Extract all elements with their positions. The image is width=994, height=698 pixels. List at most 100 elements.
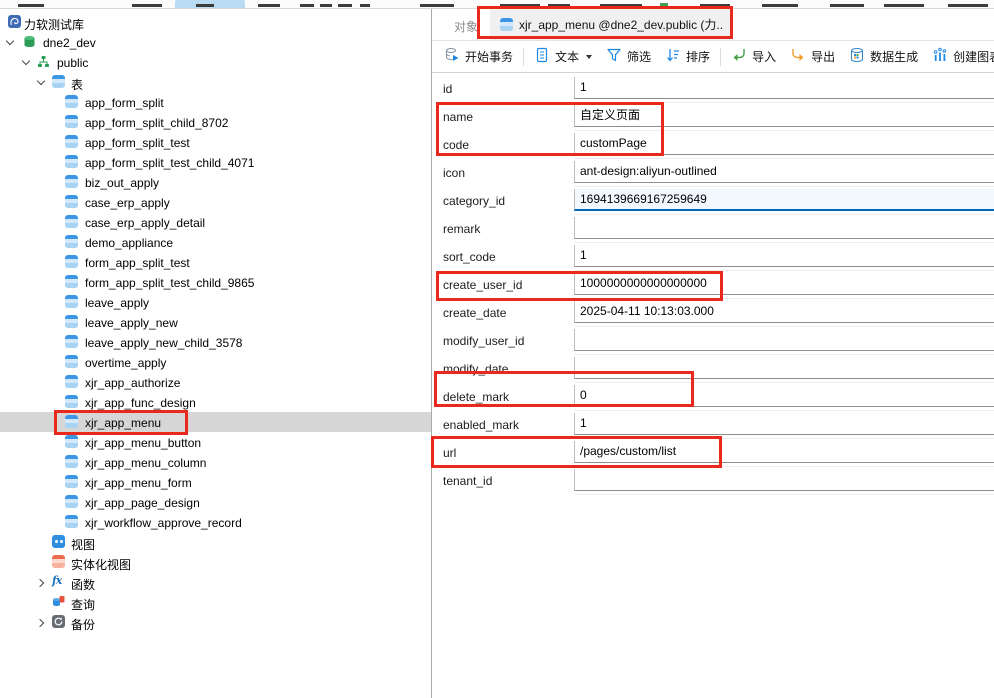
tree-node-label: xjr_app_menu (85, 416, 161, 430)
tree-node-力软测试库[interactable]: 力软测试库 (0, 12, 431, 32)
tree-node-查询[interactable]: 查询 (0, 592, 431, 612)
tree-node-label: xjr_app_menu_form (85, 476, 192, 490)
field-label-delete_mark: delete_mark (432, 383, 574, 411)
tree-node-label: leave_apply (85, 296, 149, 310)
tree-node-case_erp_apply[interactable]: case_erp_apply (0, 192, 431, 212)
toolbar-separator (720, 48, 721, 66)
tree-node-demo_appliance[interactable]: demo_appliance (0, 232, 431, 252)
tree-node-xjr_workflow_approve_record[interactable]: xjr_workflow_approve_record (0, 512, 431, 532)
field-value-id[interactable]: 1 (574, 77, 994, 99)
chevron-down-icon[interactable] (37, 78, 46, 87)
tree-node-label: xjr_workflow_approve_record (85, 516, 242, 530)
table-icon (65, 95, 78, 108)
tree-node-app_form_split_test_child_4071[interactable]: app_form_split_test_child_4071 (0, 152, 431, 172)
field-value-url[interactable]: /pages/custom/list (574, 441, 994, 463)
field-value-code[interactable]: customPage (574, 133, 994, 155)
tree-node-form_app_split_test_child_9865[interactable]: form_app_split_test_child_9865 (0, 272, 431, 292)
data-generation-button[interactable]: 数据生成 (842, 47, 925, 66)
tree-node-biz_out_apply[interactable]: biz_out_apply (0, 172, 431, 192)
form-row-create_date: create_date2025-04-11 10:13:03.000 (432, 299, 994, 327)
table-icon (65, 475, 78, 488)
table-icon (65, 455, 78, 468)
table-icon (65, 175, 78, 188)
form-row-code: codecustomPage (432, 131, 994, 159)
tree-node-label: xjr_app_authorize (85, 376, 180, 390)
chevron-down-icon[interactable] (6, 38, 15, 47)
tree-node-leave_apply_new_child_3578[interactable]: leave_apply_new_child_3578 (0, 332, 431, 352)
tree-node-xjr_app_menu_form[interactable]: xjr_app_menu_form (0, 472, 431, 492)
sort-button[interactable]: 排序 (658, 47, 717, 66)
chevron-right-icon[interactable] (37, 578, 46, 587)
tree-node-leave_apply[interactable]: leave_apply (0, 292, 431, 312)
field-value-modify_date[interactable] (574, 357, 994, 379)
tree-node-label: 实体化视图 (71, 556, 131, 573)
field-value-enabled_mark[interactable]: 1 (574, 413, 994, 435)
field-value-delete_mark[interactable]: 0 (574, 385, 994, 407)
tree-node-case_erp_apply_detail[interactable]: case_erp_apply_detail (0, 212, 431, 232)
field-label-code: code (432, 131, 574, 159)
field-label-remark: remark (432, 215, 574, 243)
tree-node-label: app_form_split_test_child_4071 (85, 156, 254, 170)
tree-node-xjr_app_menu_button[interactable]: xjr_app_menu_button (0, 432, 431, 452)
export-button[interactable]: 导出 (783, 47, 842, 66)
field-value-sort_code[interactable]: 1 (574, 245, 994, 267)
view-icon (52, 535, 65, 548)
field-value-modify_user_id[interactable] (574, 329, 994, 351)
table-icon (65, 295, 78, 308)
tree-node-label: 函数 (71, 576, 95, 593)
tree-node-label: xjr_app_menu_column (85, 456, 206, 470)
backup-icon (52, 615, 65, 628)
field-value-icon[interactable]: ant-design:aliyun-outlined (574, 161, 994, 183)
form-row-category_id: category_id1694139669167259649 (432, 187, 994, 215)
import-button[interactable]: 导入 (724, 47, 783, 66)
import-icon (731, 47, 747, 66)
tree-node-app_form_split[interactable]: app_form_split (0, 92, 431, 112)
field-value-create_date[interactable]: 2025-04-11 10:13:03.000 (574, 301, 994, 323)
create-chart-button[interactable]: 创建图表 (925, 47, 994, 66)
tab-objects[interactable]: 对象 (454, 18, 478, 35)
tree-node-视图[interactable]: 视图 (0, 532, 431, 552)
tree-node-dne2_dev[interactable]: dne2_dev (0, 32, 431, 52)
begin-transaction-button[interactable]: 开始事务 (437, 47, 520, 66)
tree-node-xjr_app_menu[interactable]: xjr_app_menu (0, 412, 431, 432)
table-icon (65, 335, 78, 348)
tree-node-xjr_app_page_design[interactable]: xjr_app_page_design (0, 492, 431, 512)
tree-node-xjr_app_menu_column[interactable]: xjr_app_menu_column (0, 452, 431, 472)
tree-node-form_app_split_test[interactable]: form_app_split_test (0, 252, 431, 272)
form-row-create_user_id: create_user_id1000000000000000000 (432, 271, 994, 299)
tree-node-xjr_app_func_design[interactable]: xjr_app_func_design (0, 392, 431, 412)
text-view-button[interactable]: 文本 (527, 47, 599, 66)
tree-node-xjr_app_authorize[interactable]: xjr_app_authorize (0, 372, 431, 392)
filter-button[interactable]: 筛选 (599, 47, 658, 66)
field-label-tenant_id: tenant_id (432, 467, 574, 495)
record-form: id1name自定义页面codecustomPageiconant-design… (432, 73, 994, 495)
tree-node-app_form_split_test[interactable]: app_form_split_test (0, 132, 431, 152)
tree-node-leave_apply_new[interactable]: leave_apply_new (0, 312, 431, 332)
field-value-tenant_id[interactable] (574, 469, 994, 491)
tree-node-实体化视图[interactable]: 实体化视图 (0, 552, 431, 572)
field-label-modify_user_id: modify_user_id (432, 327, 574, 355)
table-icon (65, 355, 78, 368)
tree-node-app_form_split_child_8702[interactable]: app_form_split_child_8702 (0, 112, 431, 132)
chevron-down-icon[interactable] (22, 58, 31, 67)
chevron-right-icon[interactable] (37, 618, 46, 627)
tree-node-表[interactable]: 表 (0, 72, 431, 92)
field-label-create_date: create_date (432, 299, 574, 327)
field-value-category_id[interactable]: 1694139669167259649 (574, 189, 994, 211)
tree-node-public[interactable]: public (0, 52, 431, 72)
tree-node-overtime_apply[interactable]: overtime_apply (0, 352, 431, 372)
tree-node-label: leave_apply_new (85, 316, 178, 330)
field-value-name[interactable]: 自定义页面 (574, 105, 994, 127)
tree-node-label: 力软测试库 (24, 16, 84, 33)
field-value-create_user_id[interactable]: 1000000000000000000 (574, 273, 994, 295)
table-icon (65, 395, 78, 408)
field-label-enabled_mark: enabled_mark (432, 411, 574, 439)
tree-node-label: 备份 (71, 616, 95, 633)
tree-node-备份[interactable]: 备份 (0, 612, 431, 632)
tree-node-函数[interactable]: fx函数 (0, 572, 431, 592)
table-icon (65, 135, 78, 148)
table-folder-icon (52, 75, 65, 88)
field-value-remark[interactable] (574, 217, 994, 239)
tab-xjr-app-menu[interactable]: xjr_app_menu @dne2_dev.public (力... (490, 9, 733, 40)
field-label-icon: icon (432, 159, 574, 187)
